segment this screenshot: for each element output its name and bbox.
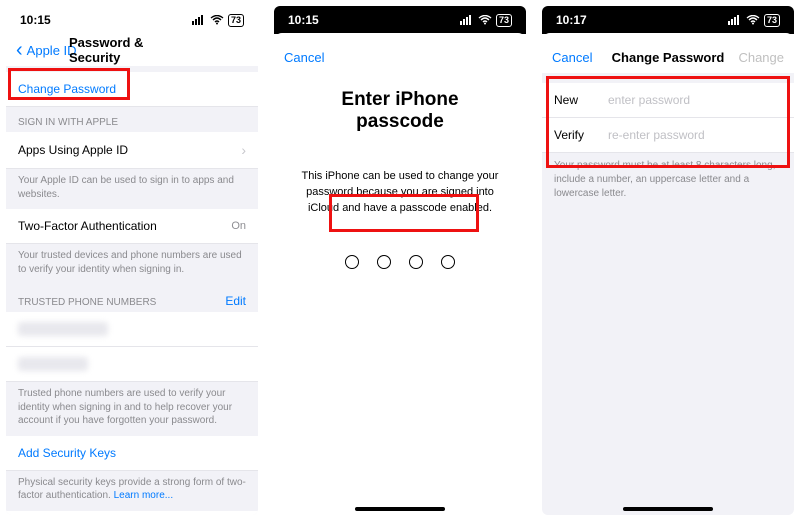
- add-security-keys-cell[interactable]: Add Security Keys: [6, 436, 258, 471]
- battery-icon: 73: [496, 14, 512, 27]
- nav-header: Apple ID Password & Security: [6, 34, 258, 66]
- battery-icon: 73: [764, 14, 780, 27]
- signal-icon: [192, 15, 206, 25]
- status-bar: 10:15 73: [274, 6, 526, 34]
- passcode-digits[interactable]: [296, 245, 504, 279]
- status-bar: 10:15 73: [6, 6, 258, 34]
- passcode-digit: [441, 255, 455, 269]
- chevron-right-icon: ›: [241, 142, 246, 158]
- keys-footer: Physical security keys provide a strong …: [6, 471, 258, 511]
- new-password-row: New: [542, 83, 794, 118]
- two-factor-cell[interactable]: Two-Factor AuthenticationOn: [6, 209, 258, 244]
- passcode-body: This iPhone can be used to change your p…: [296, 169, 504, 217]
- new-label: New: [554, 93, 608, 107]
- status-time: 10:15: [288, 13, 319, 27]
- nav-header: Cancel Change Password Change: [542, 41, 794, 73]
- learn-more-link[interactable]: Learn more...: [114, 490, 173, 501]
- home-indicator[interactable]: [355, 507, 445, 511]
- settings-list: Change Password SIGN IN WITH APPLE Apps …: [6, 66, 258, 515]
- wifi-icon: [746, 15, 760, 25]
- change-password-form: New Verify Your password must be at leas…: [542, 73, 794, 515]
- signal-icon: [728, 15, 742, 25]
- passcode-heading: Enter iPhone passcode: [296, 89, 504, 133]
- passcode-digit: [377, 255, 391, 269]
- trusted-footer: Trusted phone numbers are used to verify…: [6, 382, 258, 436]
- passcode-digit: [409, 255, 423, 269]
- status-time: 10:15: [20, 13, 51, 27]
- password-hint: Your password must be at least 8 charact…: [542, 153, 794, 207]
- group-header-trusted: TRUSTED PHONE NUMBERSEdit: [6, 284, 258, 312]
- verify-label: Verify: [554, 128, 608, 142]
- phone-change-password: 10:17 73 Cancel Change Password Change N…: [542, 6, 794, 515]
- status-right: 73: [192, 14, 244, 27]
- new-password-input[interactable]: [608, 93, 782, 107]
- redacted-phone: [18, 357, 88, 371]
- apps-footer: Your Apple ID can be used to sign in to …: [6, 169, 258, 209]
- wifi-icon: [478, 15, 492, 25]
- verify-password-input[interactable]: [608, 128, 782, 142]
- phone-password-security: 10:15 73 Apple ID Password & Security Ch…: [6, 6, 258, 515]
- signal-icon: [460, 15, 474, 25]
- trusted-number-cell-1[interactable]: [6, 312, 258, 347]
- apps-using-appleid-cell[interactable]: Apps Using Apple ID›: [6, 132, 258, 169]
- page-title: Change Password: [612, 50, 725, 65]
- status-right: 73: [728, 14, 780, 27]
- status-right: 73: [460, 14, 512, 27]
- group-header-signin: SIGN IN WITH APPLE: [6, 107, 258, 132]
- redacted-phone: [18, 322, 108, 336]
- verify-password-row: Verify: [542, 118, 794, 153]
- account-recovery-cell[interactable]: Account Recovery›: [6, 511, 258, 516]
- battery-icon: 73: [228, 14, 244, 27]
- cancel-button[interactable]: Cancel: [552, 50, 592, 65]
- home-indicator[interactable]: [623, 507, 713, 511]
- edit-button[interactable]: Edit: [225, 294, 246, 308]
- change-password-cell[interactable]: Change Password: [6, 72, 258, 107]
- back-button[interactable]: Apple ID: [16, 43, 77, 58]
- nav-header: Cancel: [274, 41, 526, 73]
- two-factor-value: On: [231, 220, 246, 232]
- page-title: Password & Security: [69, 35, 195, 65]
- wifi-icon: [210, 15, 224, 25]
- passcode-sheet: Enter iPhone passcode This iPhone can be…: [274, 73, 526, 515]
- phone-enter-passcode: 10:15 73 Cancel Enter iPhone passcode Th…: [274, 6, 526, 515]
- change-button[interactable]: Change: [738, 50, 784, 65]
- cancel-button[interactable]: Cancel: [284, 50, 324, 65]
- status-time: 10:17: [556, 13, 587, 27]
- status-bar: 10:17 73: [542, 6, 794, 34]
- trusted-number-cell-2[interactable]: [6, 347, 258, 382]
- passcode-digit: [345, 255, 359, 269]
- twofa-footer: Your trusted devices and phone numbers a…: [6, 244, 258, 284]
